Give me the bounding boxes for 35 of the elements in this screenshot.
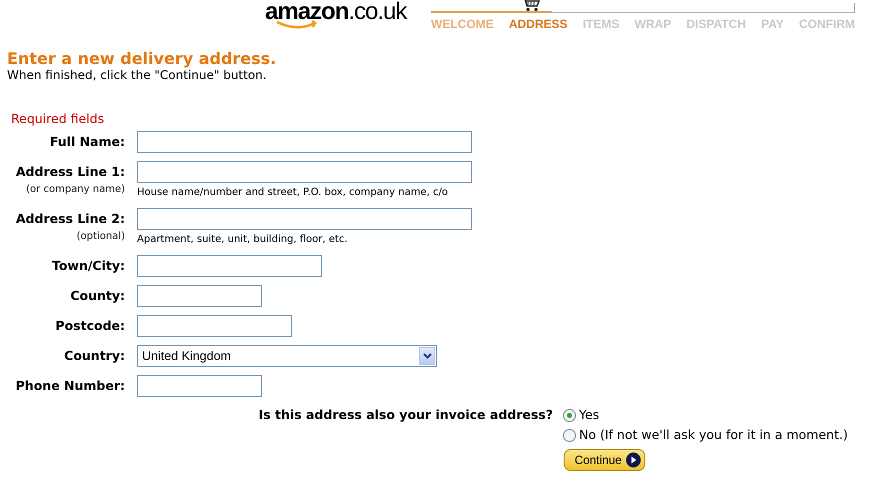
field-label: Phone Number:: [16, 377, 125, 395]
progress-step: WELCOME: [431, 17, 494, 31]
radio-button[interactable]: [563, 428, 576, 442]
input-field[interactable]: [137, 375, 262, 397]
field-hint: House name/number and street, P.O. box, company name, c/o: [137, 186, 448, 200]
field-sublabel: (optional): [76, 230, 125, 244]
required-note: Required fields: [11, 112, 106, 126]
radio-option[interactable]: No (If not we'll ask you for it in a moment.): [563, 427, 848, 443]
field-label: Postcode:: [55, 317, 125, 335]
progress-step: ADDRESS: [508, 17, 568, 31]
input-field[interactable]: [137, 255, 322, 277]
field-label: Country:: [64, 347, 125, 365]
play-icon: [626, 452, 642, 468]
input-field[interactable]: [137, 208, 472, 230]
radio-button[interactable]: [563, 408, 576, 422]
field-label: Full Name:: [50, 133, 125, 151]
input-field[interactable]: [137, 131, 472, 153]
field-label: Address Line 2:: [16, 210, 125, 228]
field-hint: Apartment, suite, unit, building, floor, etc.: [137, 233, 348, 247]
field-label: County:: [70, 287, 125, 305]
field-label: Address Line 1:: [16, 163, 125, 181]
field-label: Town/City:: [52, 257, 125, 275]
logo-text[interactable]: amazon.co.uk: [265, 0, 431, 24]
chevron-down-icon: [422, 353, 432, 359]
continue-button[interactable]: Continue: [564, 449, 646, 471]
input-field[interactable]: [137, 161, 472, 183]
smile-icon: [275, 20, 319, 30]
input-field[interactable]: [137, 315, 292, 337]
radio-option[interactable]: Yes: [563, 407, 600, 423]
field-sublabel: (or company name): [26, 183, 125, 197]
instruction-text: When finished, click the "Continue" button.: [7, 68, 268, 82]
input-field[interactable]: [137, 285, 262, 307]
country-dropdown[interactable]: United Kingdom: [137, 345, 437, 367]
page-title: Enter a new delivery address.: [7, 50, 278, 68]
invoice-question: Is this address also your invoice address?: [258, 407, 553, 424]
